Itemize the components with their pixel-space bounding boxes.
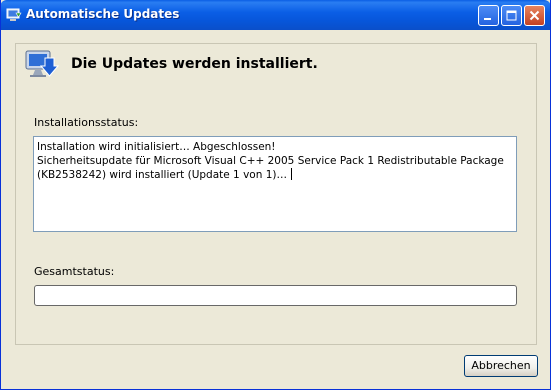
install-status-label: Installationsstatus:	[34, 116, 139, 129]
status-line-text: (KB2538242) wird installiert (Update 1 v…	[37, 169, 287, 181]
computer-update-icon	[23, 46, 60, 82]
status-line: (KB2538242) wird installiert (Update 1 v…	[37, 168, 513, 182]
close-icon	[529, 10, 540, 21]
dialog-heading: Die Updates werden installiert.	[71, 56, 318, 72]
minimize-button[interactable]	[478, 5, 499, 26]
minimize-icon	[484, 18, 491, 20]
update-dialog: Automatische Updates Die Updates werden …	[0, 0, 551, 390]
title-bar[interactable]: Automatische Updates	[1, 0, 550, 30]
windows-update-icon	[6, 7, 22, 23]
maximize-button[interactable]	[501, 5, 522, 26]
status-line: Installation wird initialisiert… Abgesch…	[37, 141, 276, 153]
total-status-label: Gesamtstatus:	[34, 265, 115, 278]
maximize-icon	[506, 10, 517, 21]
text-caret	[291, 168, 292, 180]
total-progress-bar	[34, 285, 517, 306]
install-status-textbox[interactable]: Installation wird initialisiert… Abgesch…	[33, 136, 517, 232]
close-button[interactable]	[524, 5, 545, 26]
status-line: Sicherheitsupdate für Microsoft Visual C…	[37, 155, 504, 167]
cancel-button[interactable]: Abbrechen	[464, 355, 538, 377]
window-title: Automatische Updates	[26, 7, 180, 21]
